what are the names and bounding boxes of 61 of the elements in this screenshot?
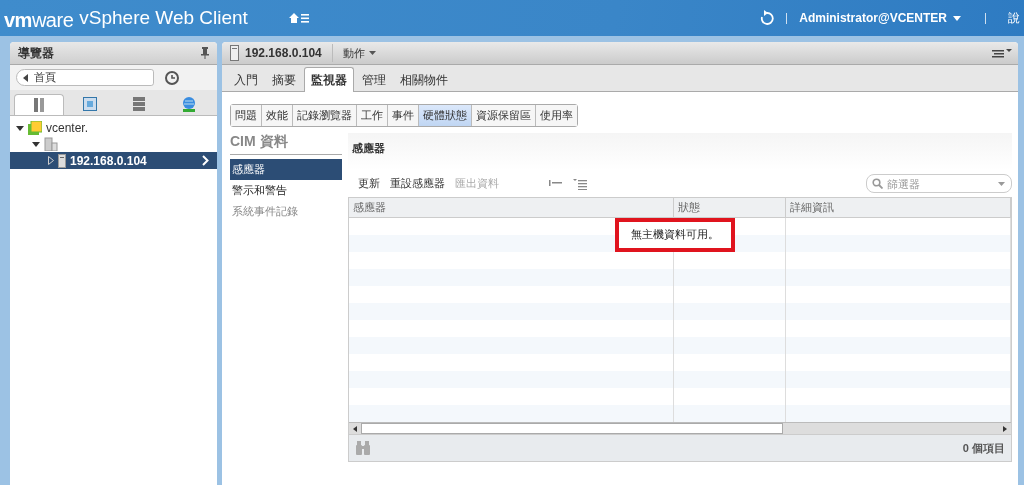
home-menu-icon[interactable] <box>287 11 310 25</box>
tab[interactable]: 相關物件 <box>394 69 454 91</box>
search-icon <box>872 178 883 189</box>
filter-field[interactable]: 篩選器 <box>866 174 1012 193</box>
pin-icon[interactable] <box>201 47 209 59</box>
tree-item[interactable]: vcenter. <box>10 120 217 136</box>
panel-title: 導覽器 <box>18 44 54 62</box>
vcenter-icon <box>28 121 42 135</box>
toolbar-button[interactable]: 更新 <box>358 176 380 191</box>
object-title: 192.168.0.104 <box>245 46 322 60</box>
empty-message: 無主機資料可用。 <box>615 218 735 252</box>
back-arrow-icon <box>23 73 28 82</box>
history-icon[interactable] <box>164 69 180 86</box>
server-icon <box>230 45 239 61</box>
column-header[interactable]: 感應器 <box>349 198 674 217</box>
list-item[interactable]: 感應器 <box>230 159 342 180</box>
scroll-thumb[interactable] <box>361 423 783 434</box>
sub-tab[interactable]: 工作 <box>357 105 388 126</box>
sub-tab[interactable]: 問題 <box>231 105 262 126</box>
caret-icon <box>368 51 376 55</box>
list-menu-icon[interactable] <box>992 48 1012 58</box>
tab[interactable]: 管理 <box>356 69 392 91</box>
expand-list-icon[interactable] <box>573 177 587 190</box>
sub-tab[interactable]: 效能 <box>262 105 293 126</box>
server-icon <box>58 153 66 168</box>
collapse-icon[interactable] <box>549 178 563 189</box>
caret-icon <box>953 15 961 21</box>
sub-tab[interactable]: 使用率 <box>536 105 577 126</box>
column-header[interactable]: 詳細資訊 <box>786 198 1011 217</box>
actions-menu[interactable]: 動作 <box>342 45 376 61</box>
user-menu[interactable]: Administrator@VCENTER <box>799 11 961 25</box>
storage-icon <box>133 97 146 111</box>
tab[interactable]: 監視器 <box>304 67 354 92</box>
tree-item[interactable]: 192.168.0.104 <box>10 152 217 169</box>
chevron-icon[interactable] <box>202 155 209 166</box>
horizontal-scrollbar[interactable] <box>349 422 1011 434</box>
sub-tab[interactable]: 資源保留區 <box>472 105 536 126</box>
back-button[interactable]: 首頁 <box>16 69 154 86</box>
hosts-icon <box>32 98 45 112</box>
column-header[interactable]: 狀態 <box>674 198 786 217</box>
sub-tab[interactable]: 硬體狀態 <box>419 105 472 126</box>
building-icon <box>44 137 58 151</box>
refresh-icon[interactable] <box>760 10 775 26</box>
network-icon <box>181 96 198 112</box>
sub-tab[interactable]: 記錄瀏覽器 <box>293 105 357 126</box>
product-title: vSphere Web Client <box>79 7 248 29</box>
list-item[interactable]: 警示和警告 <box>230 180 342 201</box>
toolbar-button[interactable]: 重設感應器 <box>390 176 445 191</box>
tab[interactable]: 入門 <box>228 69 264 91</box>
sub-tab[interactable]: 事件 <box>388 105 419 126</box>
section-title: CIM 資料 <box>230 133 342 155</box>
expanded-arrow-icon[interactable] <box>32 141 40 147</box>
tab[interactable]: 摘要 <box>266 69 302 91</box>
item-count: 0 個項目 <box>962 440 1005 456</box>
vm-icon <box>82 97 97 111</box>
navigator-tab[interactable] <box>14 94 64 115</box>
help-menu[interactable]: 說 <box>1004 9 1024 27</box>
dropdown-arrow-icon[interactable] <box>998 182 1005 186</box>
logo: vmware <box>4 7 74 32</box>
expanded-arrow-icon[interactable] <box>16 125 24 131</box>
collapsed-arrow-icon[interactable] <box>48 156 54 165</box>
